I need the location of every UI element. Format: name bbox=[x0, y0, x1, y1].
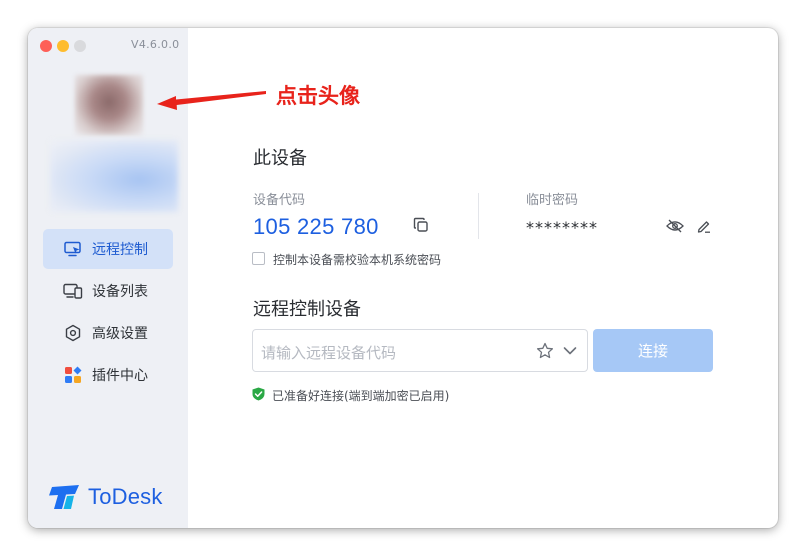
window-close-button[interactable] bbox=[40, 40, 52, 52]
copy-icon[interactable] bbox=[412, 216, 430, 234]
sidebar-item-advanced-settings[interactable]: 高级设置 bbox=[43, 313, 173, 353]
avatar[interactable] bbox=[75, 75, 143, 135]
version-label: V4.6.0.0 bbox=[131, 38, 180, 51]
todesk-logo: ToDesk bbox=[48, 483, 163, 511]
sidebar-item-label: 插件中心 bbox=[92, 368, 148, 384]
eye-hidden-icon[interactable] bbox=[665, 218, 685, 234]
verify-password-label: 控制本设备需校验本机系统密码 bbox=[273, 253, 442, 267]
window-minimize-button[interactable] bbox=[57, 40, 69, 52]
plugin-center-icon bbox=[63, 365, 83, 385]
todesk-window: V4.6.0.0 远程控制 设备列表 高级设置 插件中心 ToDesk 此设备 … bbox=[28, 28, 778, 528]
device-code-label: 设备代码 bbox=[253, 193, 306, 208]
shield-check-icon bbox=[252, 386, 265, 405]
device-list-icon bbox=[63, 281, 83, 301]
temp-password-label: 临时密码 bbox=[526, 193, 579, 208]
remote-control-title: 远程控制设备 bbox=[253, 299, 361, 320]
annotation-text: 点击头像 bbox=[276, 84, 360, 108]
sidebar-item-plugin-center[interactable]: 插件中心 bbox=[43, 355, 173, 395]
sidebar-item-label: 高级设置 bbox=[92, 326, 148, 342]
chevron-down-icon[interactable] bbox=[562, 344, 578, 358]
this-device-title: 此设备 bbox=[253, 148, 307, 169]
edit-icon[interactable] bbox=[695, 217, 713, 235]
field-divider bbox=[478, 193, 479, 239]
star-icon[interactable] bbox=[536, 342, 554, 360]
brand-name: ToDesk bbox=[88, 484, 163, 509]
todesk-logo-icon bbox=[49, 485, 79, 509]
remote-device-code-input[interactable]: 请输入远程设备代码 bbox=[252, 329, 588, 372]
temp-password-value: ******** bbox=[526, 218, 598, 237]
annotation-arrow bbox=[157, 91, 266, 110]
account-info bbox=[50, 140, 178, 212]
remote-control-icon bbox=[63, 239, 83, 259]
connection-status: 已准备好连接(端到端加密已启用) bbox=[252, 386, 449, 405]
sidebar-item-remote-control[interactable]: 远程控制 bbox=[43, 229, 173, 269]
window-maximize-button[interactable] bbox=[74, 40, 86, 52]
settings-icon bbox=[63, 323, 83, 343]
connect-button[interactable]: 连接 bbox=[593, 329, 713, 372]
device-code-value: 105 225 780 bbox=[253, 214, 379, 239]
sidebar-item-label: 远程控制 bbox=[92, 242, 148, 258]
verify-password-checkbox[interactable] bbox=[252, 252, 265, 265]
remote-device-code-placeholder: 请输入远程设备代码 bbox=[261, 344, 397, 362]
sidebar-item-device-list[interactable]: 设备列表 bbox=[43, 271, 173, 311]
status-text: 已准备好连接(端到端加密已启用) bbox=[272, 389, 450, 403]
sidebar-item-label: 设备列表 bbox=[92, 284, 148, 300]
